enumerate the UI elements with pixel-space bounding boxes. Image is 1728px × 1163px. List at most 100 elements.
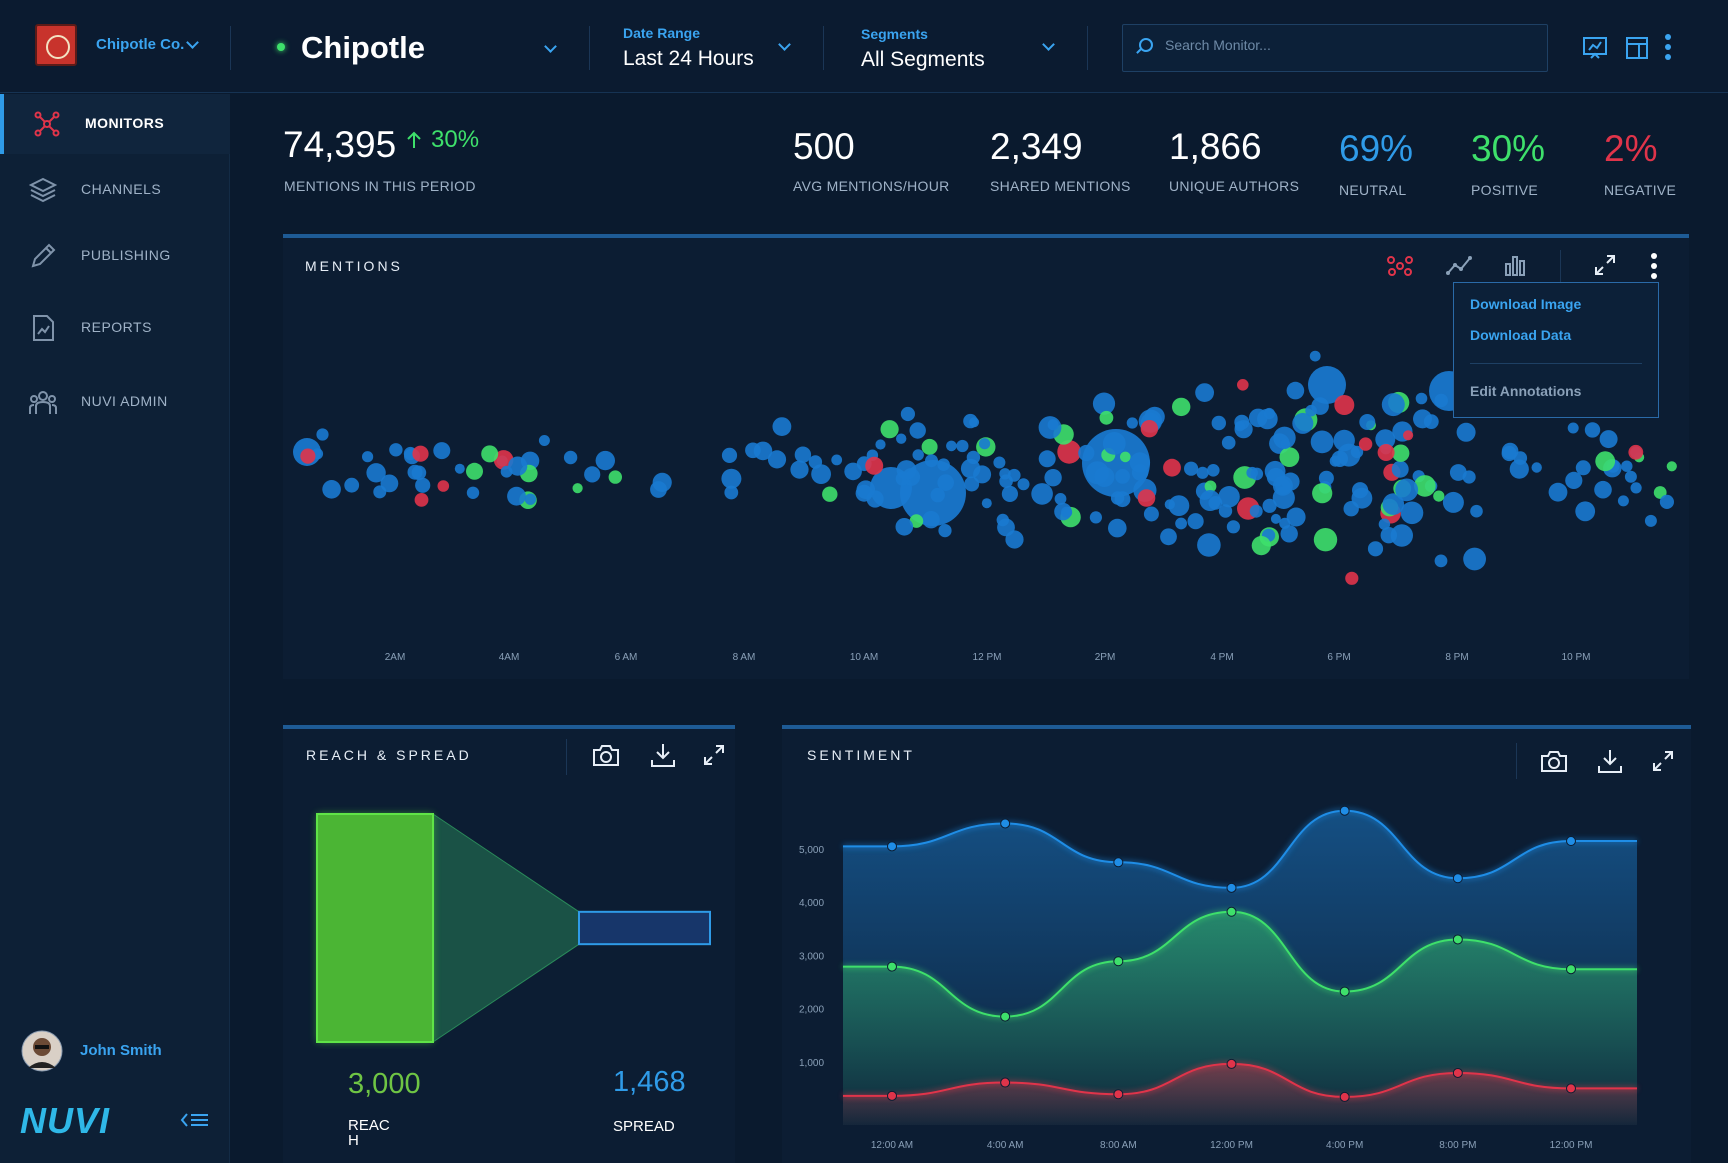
mention-bubble[interactable] xyxy=(794,446,812,463)
mention-bubble[interactable] xyxy=(1054,502,1072,521)
mention-bubble[interactable] xyxy=(1509,459,1529,479)
mention-bubble[interactable] xyxy=(925,454,938,468)
mention-bubble[interactable] xyxy=(1226,520,1240,534)
mention-bubble[interactable] xyxy=(1279,517,1291,529)
download-icon[interactable] xyxy=(1597,748,1623,774)
mention-bubble[interactable] xyxy=(1599,430,1618,449)
mention-bubble[interactable] xyxy=(412,445,429,462)
mention-bubble[interactable] xyxy=(1377,444,1395,461)
expand-icon[interactable] xyxy=(703,744,725,766)
mention-bubble[interactable] xyxy=(1628,444,1644,460)
mention-bubble[interactable] xyxy=(1312,483,1333,504)
mention-bubble[interactable] xyxy=(1310,430,1334,454)
mention-bubble[interactable] xyxy=(1102,432,1126,455)
mention-bubble[interactable] xyxy=(1666,461,1677,472)
mention-bubble[interactable] xyxy=(1017,478,1030,491)
mention-bubble[interactable] xyxy=(1280,439,1291,450)
mention-bubble[interactable] xyxy=(1168,495,1190,516)
line-chart-icon[interactable] xyxy=(1446,254,1472,276)
mention-bubble[interactable] xyxy=(1246,466,1258,479)
mention-bubble[interactable] xyxy=(855,484,873,502)
mention-bubble[interactable] xyxy=(1286,381,1305,400)
mention-bubble[interactable] xyxy=(373,485,387,499)
mention-bubble[interactable] xyxy=(1195,383,1214,402)
avatar[interactable] xyxy=(21,1030,63,1072)
mention-bubble[interactable] xyxy=(896,433,907,444)
mention-bubble[interactable] xyxy=(1110,491,1125,505)
reach-bar[interactable] xyxy=(316,813,434,1043)
mention-bubble[interactable] xyxy=(1089,511,1102,524)
mention-bubble[interactable] xyxy=(1659,494,1674,509)
mention-bubble[interactable] xyxy=(454,463,465,474)
mention-bubble[interactable] xyxy=(572,483,583,494)
mention-bubble[interactable] xyxy=(1263,407,1275,420)
mention-bubble[interactable] xyxy=(973,465,992,484)
mention-bubble[interactable] xyxy=(466,486,480,499)
mention-bubble[interactable] xyxy=(1279,447,1300,467)
camera-icon[interactable] xyxy=(1540,749,1568,773)
mention-bubble[interactable] xyxy=(1001,485,1019,502)
sentiment-point[interactable] xyxy=(1113,956,1124,967)
mention-bubble[interactable] xyxy=(1352,482,1369,499)
mention-bubble[interactable] xyxy=(1403,430,1414,441)
date-range-value[interactable]: Last 24 Hours xyxy=(623,47,754,71)
mention-bubble[interactable] xyxy=(1137,489,1156,507)
mention-bubble[interactable] xyxy=(1221,435,1236,450)
mention-bubble[interactable] xyxy=(1442,491,1464,513)
mention-bubble[interactable] xyxy=(1392,444,1410,462)
mention-bubble[interactable] xyxy=(938,524,952,538)
mention-bubble[interactable] xyxy=(1031,483,1053,505)
mention-bubble[interactable] xyxy=(1249,504,1263,518)
sentiment-point[interactable] xyxy=(1000,1011,1011,1022)
org-name[interactable]: Chipotle Co. xyxy=(96,36,184,53)
mention-bubble[interactable] xyxy=(414,493,429,507)
bar-chart-icon[interactable] xyxy=(1504,254,1526,276)
mention-bubble[interactable] xyxy=(946,440,957,452)
mention-bubble[interactable] xyxy=(1644,514,1657,527)
sentiment-point[interactable] xyxy=(1000,1077,1011,1088)
mention-bubble[interactable] xyxy=(979,438,991,450)
mention-bubble[interactable] xyxy=(1434,554,1448,568)
mention-bubble[interactable] xyxy=(411,465,427,481)
mention-bubble[interactable] xyxy=(481,445,499,463)
download-image-menu-item[interactable]: Download Image xyxy=(1470,296,1581,312)
mention-bubble[interactable] xyxy=(1415,392,1428,405)
mention-bubble[interactable] xyxy=(721,447,738,463)
sentiment-point[interactable] xyxy=(887,1090,897,1101)
mention-bubble[interactable] xyxy=(900,406,916,422)
expand-icon[interactable] xyxy=(1594,254,1616,276)
mention-bubble[interactable] xyxy=(822,486,838,502)
sentiment-point[interactable] xyxy=(1113,857,1124,868)
chevron-down-icon[interactable] xyxy=(778,38,791,51)
mention-bubble[interactable] xyxy=(595,450,615,471)
sentiment-point[interactable] xyxy=(1339,805,1350,816)
sentiment-point[interactable] xyxy=(1339,986,1350,997)
download-icon[interactable] xyxy=(650,742,676,768)
sentiment-point[interactable] xyxy=(1452,934,1463,945)
expand-icon[interactable] xyxy=(1652,750,1674,772)
spread-bar[interactable] xyxy=(578,910,711,946)
sentiment-point[interactable] xyxy=(1566,964,1576,975)
mention-bubble[interactable] xyxy=(1367,541,1384,557)
sentiment-point[interactable] xyxy=(1339,1091,1350,1102)
mention-bubble[interactable] xyxy=(895,518,914,536)
mention-bubble[interactable] xyxy=(1531,462,1542,473)
mention-bubble[interactable] xyxy=(875,439,886,450)
user-name[interactable]: John Smith xyxy=(80,1042,162,1059)
mention-bubble[interactable] xyxy=(1108,518,1127,538)
mention-bubble[interactable] xyxy=(500,465,513,478)
mention-bubble[interactable] xyxy=(831,454,843,466)
mention-bubble[interactable] xyxy=(921,438,938,455)
mention-bubble[interactable] xyxy=(909,422,926,439)
chevron-down-icon[interactable] xyxy=(186,36,199,49)
mention-bubble[interactable] xyxy=(1187,513,1204,530)
mention-bubble[interactable] xyxy=(880,420,899,439)
mention-bubble[interactable] xyxy=(1143,506,1159,522)
mention-bubble[interactable] xyxy=(772,417,792,436)
sidebar-item-channels[interactable]: CHANNELS xyxy=(0,160,230,220)
more-icon[interactable] xyxy=(1650,252,1658,280)
collapse-sidebar-icon[interactable] xyxy=(180,1111,210,1129)
sentiment-point[interactable] xyxy=(887,961,897,972)
mention-bubble[interactable] xyxy=(433,442,451,460)
mention-bubble[interactable] xyxy=(1462,470,1476,484)
